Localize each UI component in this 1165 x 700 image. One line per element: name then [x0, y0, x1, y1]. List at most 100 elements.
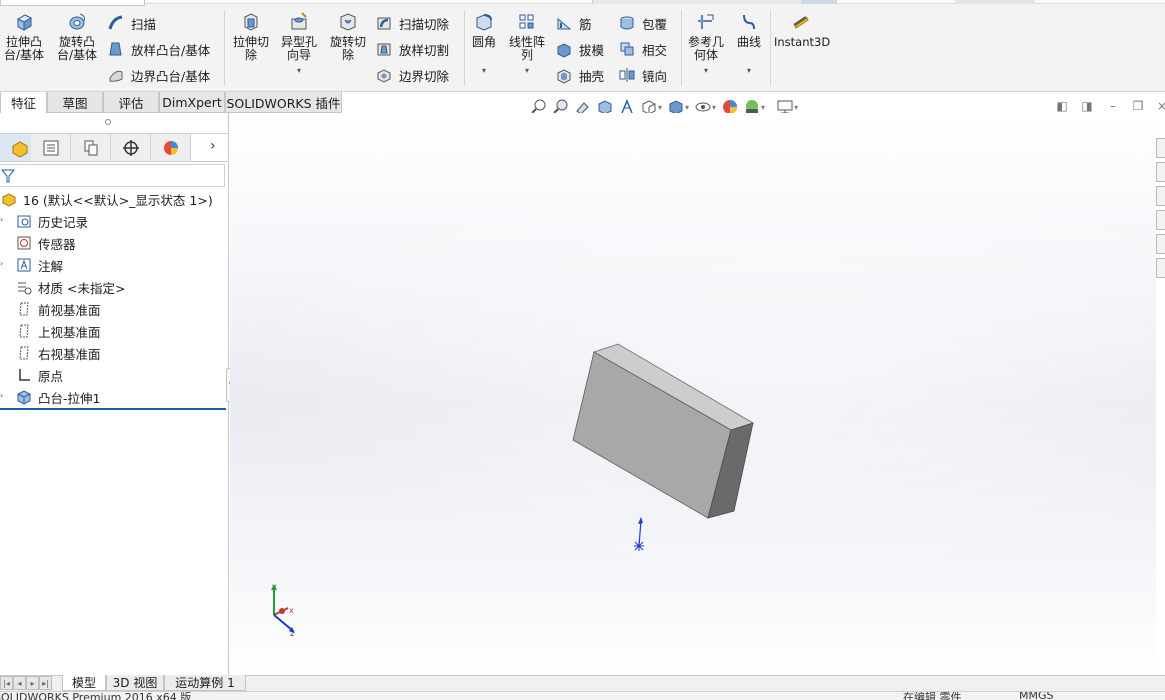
- tree-item-front-plane[interactable]: 前视基准面: [15, 299, 101, 319]
- extrude-cut-button[interactable]: 拉伸切除: [229, 10, 273, 88]
- view-orientation-dropdown-icon[interactable]: ▾: [658, 103, 662, 112]
- tab-motion-study[interactable]: 运动算例 1: [164, 675, 246, 691]
- revolve-boss-button[interactable]: 旋转凸台/基体: [54, 10, 100, 88]
- tree-item-annotations[interactable]: 注解: [15, 255, 63, 275]
- tab-dimxpert[interactable]: DimXpert: [159, 92, 225, 113]
- fillet-dropdown-icon[interactable]: ▾: [482, 66, 486, 75]
- expand-arrow-icon[interactable]: ›: [0, 259, 6, 269]
- curves-dropdown-icon[interactable]: ▾: [747, 66, 751, 75]
- tab-sketch[interactable]: 草图: [47, 92, 103, 113]
- rollback-bar[interactable]: [0, 408, 226, 410]
- task-pane-resources-tab[interactable]: [1156, 162, 1165, 182]
- loft-boss-button[interactable]: 放样凸台/基体: [107, 39, 210, 59]
- tree-item-top-plane[interactable]: 上视基准面: [15, 321, 101, 341]
- linear-pattern-button[interactable]: 线性阵列 ▾: [505, 10, 549, 88]
- swept-cut-icon: [375, 14, 393, 32]
- lofted-cut-button[interactable]: 放样切割: [375, 39, 449, 59]
- tile-right-icon[interactable]: ◨: [1080, 99, 1094, 113]
- tree-item-sensors[interactable]: 传感器: [15, 233, 76, 253]
- first-tab-icon[interactable]: |◂: [0, 676, 13, 690]
- last-tab-icon[interactable]: ▸|: [39, 676, 52, 690]
- annotation-icon: [15, 256, 33, 274]
- draft-label: 拔模: [579, 42, 605, 58]
- draft-icon: [555, 40, 573, 58]
- revolve-cut-icon: [336, 10, 360, 34]
- tab-model[interactable]: 模型: [62, 675, 106, 691]
- task-pane-design-library-tab[interactable]: [1156, 186, 1165, 206]
- tab-solidworks-addins[interactable]: SOLIDWORKS 插件: [225, 92, 342, 113]
- tree-item-label: 右视基准面: [38, 346, 101, 362]
- propertymanager-tab[interactable]: [31, 134, 71, 161]
- fillet-button[interactable]: 圆角 ▾: [467, 10, 501, 88]
- swept-cut-label: 扫描切除: [399, 16, 450, 32]
- fillet-label: 圆角: [471, 35, 496, 49]
- wrap-icon: [618, 14, 636, 32]
- reference-geometry-dropdown-icon[interactable]: ▾: [704, 66, 708, 75]
- minimize-icon[interactable]: –: [1106, 99, 1120, 113]
- tree-item-boss-extrude1[interactable]: 凸台-拉伸1: [15, 387, 100, 407]
- tree-root-part[interactable]: 16 (默认<<默认>_显示状态 1>): [0, 189, 213, 209]
- configurationmanager-tab[interactable]: [71, 134, 111, 161]
- part-model-block[interactable]: [560, 335, 770, 535]
- boundary-cut-button[interactable]: 边界切除: [375, 65, 449, 85]
- hole-wizard-button[interactable]: 异型孔向导 ▾: [277, 10, 321, 88]
- curves-icon: [737, 10, 761, 34]
- instant3d-button[interactable]: Instant3D: [774, 10, 830, 88]
- tree-item-origin[interactable]: 原点: [15, 365, 63, 385]
- tile-left-icon[interactable]: ◧: [1055, 99, 1069, 113]
- shell-button[interactable]: 抽壳: [555, 65, 604, 85]
- mirror-button[interactable]: 镜向: [618, 65, 667, 85]
- extrude-boss-button[interactable]: 拉伸凸台/基体: [2, 10, 46, 88]
- extrude-boss-icon: [12, 10, 36, 34]
- shell-icon: [555, 66, 573, 84]
- draft-button[interactable]: 拔模: [555, 39, 604, 59]
- expand-arrow-icon[interactable]: ›: [0, 215, 6, 225]
- swept-cut-button[interactable]: 扫描切除: [375, 13, 449, 33]
- linear-pattern-dropdown-icon[interactable]: ▾: [525, 66, 529, 75]
- revolve-boss-label: 旋转凸台/基体: [56, 35, 98, 62]
- boundary-boss-button[interactable]: 边界凸台/基体: [107, 65, 210, 85]
- task-pane-file-explorer-tab[interactable]: [1156, 210, 1165, 230]
- lofted-cut-icon: [375, 40, 393, 58]
- status-units[interactable]: MMGS: [1019, 692, 1054, 700]
- instant3d-icon: [789, 10, 813, 34]
- next-tab-icon[interactable]: ▸: [26, 676, 39, 690]
- prev-tab-icon[interactable]: ◂: [13, 676, 26, 690]
- view-settings-dropdown-icon[interactable]: ▾: [794, 103, 798, 112]
- apply-scene-dropdown-icon[interactable]: ▾: [761, 103, 765, 112]
- task-pane-view-palette-tab[interactable]: [1156, 234, 1165, 254]
- tree-item-history[interactable]: 历史记录: [15, 211, 88, 231]
- panel-grip-handle[interactable]: [105, 119, 111, 125]
- configurationmanager-icon: [84, 140, 97, 155]
- intersect-button[interactable]: 相交: [618, 39, 667, 59]
- sweep-button[interactable]: 扫描: [107, 13, 156, 33]
- tab-features[interactable]: 特征: [0, 92, 47, 113]
- extrude-boss-label: 拉伸凸台/基体: [3, 35, 45, 62]
- curves-button[interactable]: 曲线 ▾: [732, 10, 766, 88]
- task-pane-appearances-tab[interactable]: [1156, 258, 1165, 278]
- restore-icon[interactable]: ❐: [1131, 99, 1145, 113]
- rib-button[interactable]: 筋: [555, 13, 592, 33]
- lofted-cut-label: 放样切割: [399, 42, 450, 58]
- title-bar-box: [955, 0, 1035, 4]
- tab-evaluate[interactable]: 评估: [103, 92, 159, 113]
- hole-wizard-dropdown-icon[interactable]: ▾: [297, 66, 301, 75]
- task-pane-home-tab[interactable]: [1156, 138, 1165, 158]
- tree-item-material[interactable]: 材质 <未指定>: [15, 277, 125, 297]
- expand-arrow-icon[interactable]: ›: [0, 391, 6, 401]
- close-icon[interactable]: ×: [1155, 99, 1165, 113]
- tree-item-right-plane[interactable]: 右视基准面: [15, 343, 101, 363]
- tree-filter-bar[interactable]: [0, 164, 225, 187]
- ribbon-separator: [770, 10, 771, 86]
- reference-geometry-button[interactable]: 参考几何体 ▾: [685, 10, 727, 88]
- dimxpertmanager-tab[interactable]: [111, 134, 151, 161]
- displaymanager-tab[interactable]: [151, 134, 191, 161]
- title-bar-search[interactable]: [592, 0, 837, 4]
- revolve-cut-button[interactable]: 旋转切除: [326, 10, 370, 88]
- chevron-right-icon[interactable]: ›: [210, 138, 216, 154]
- tab-3d-views[interactable]: 3D 视图: [106, 675, 164, 691]
- tree-item-label: 凸台-拉伸1: [38, 390, 101, 406]
- hide-show-dropdown-icon[interactable]: ▾: [712, 103, 716, 112]
- display-style-dropdown-icon[interactable]: ▾: [685, 103, 689, 112]
- wrap-button[interactable]: 包覆: [618, 13, 667, 33]
